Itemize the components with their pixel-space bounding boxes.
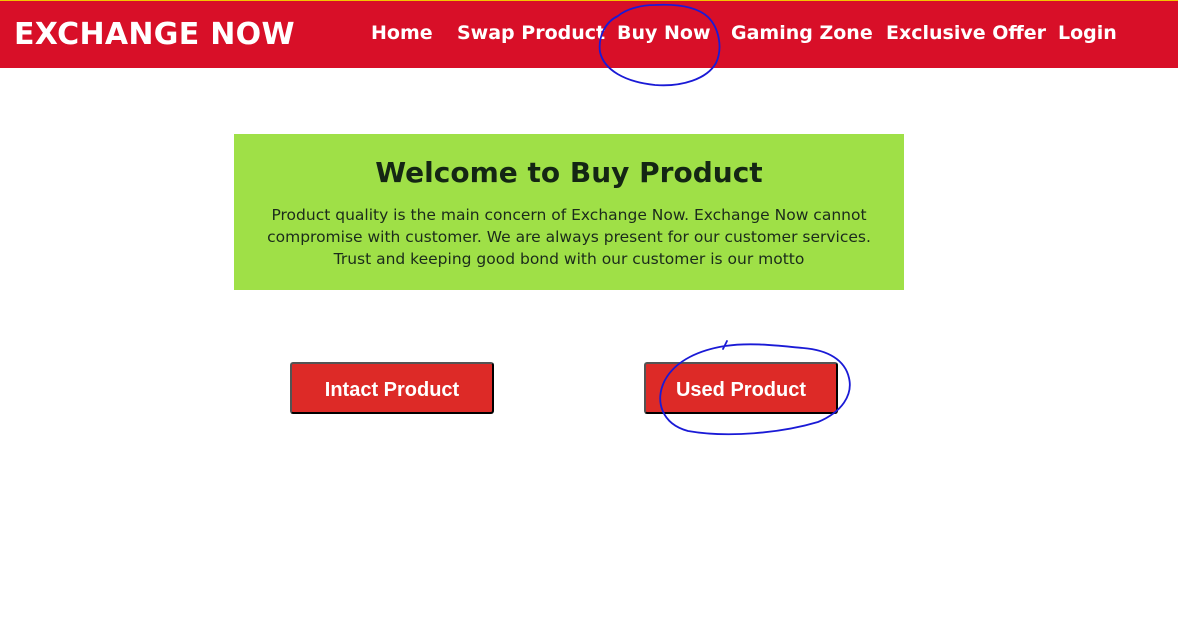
nav-swap-product[interactable]: Swap Product [457,22,605,44]
used-product-button[interactable]: Used Product [644,362,838,414]
page: EXCHANGE NOW Home Swap Product Buy Now G… [0,0,1178,638]
page-title: Welcome to Buy Product [375,156,763,189]
nav-exclusive-offer[interactable]: Exclusive Offer [886,22,1046,44]
welcome-description: Product quality is the main concern of E… [267,206,871,268]
welcome-banner: Welcome to Buy Product Product quality i… [234,134,904,290]
nav-login[interactable]: Login [1058,22,1117,44]
handdrawn-annotation-layer [598,3,851,436]
nav-gaming-zone[interactable]: Gaming Zone [731,22,873,44]
top-navbar: EXCHANGE NOW Home Swap Product Buy Now G… [0,0,1178,68]
intact-product-button[interactable]: Intact Product [290,362,494,414]
nav-buy-now[interactable]: Buy Now [617,22,711,44]
nav-home[interactable]: Home [371,22,433,44]
brand-logo[interactable]: EXCHANGE NOW [14,17,295,52]
